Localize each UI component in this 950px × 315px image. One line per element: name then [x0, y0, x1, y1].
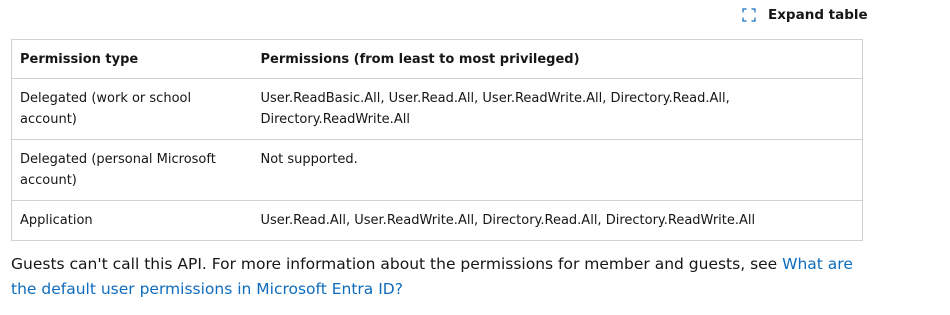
- header-permission-type: Permission type: [11, 39, 253, 79]
- expand-table-button[interactable]: Expand table: [742, 5, 868, 25]
- expand-icon: [742, 8, 756, 22]
- cell-permissions: User.Read.All, User.ReadWrite.All, Direc…: [252, 200, 863, 241]
- cell-permission-type: Delegated (personal Microsoft account): [11, 139, 253, 201]
- cell-permission-type: Application: [11, 200, 253, 241]
- table-row: Application User.Read.All, User.ReadWrit…: [11, 200, 863, 241]
- cell-permissions: User.ReadBasic.All, User.Read.All, User.…: [252, 78, 863, 140]
- cell-permissions: Not supported.: [252, 139, 863, 201]
- cell-permission-type: Delegated (work or school account): [11, 78, 253, 140]
- table-header-row: Permission type Permissions (from least …: [11, 39, 863, 79]
- table-row: Delegated (work or school account) User.…: [11, 78, 863, 140]
- guest-note: Guests can't call this API. For more inf…: [11, 252, 881, 302]
- expand-table-label: Expand table: [768, 7, 868, 23]
- guest-note-text: Guests can't call this API. For more inf…: [11, 255, 783, 273]
- permissions-table: Permission type Permissions (from least …: [11, 39, 863, 241]
- table-row: Delegated (personal Microsoft account) N…: [11, 139, 863, 201]
- header-permissions: Permissions (from least to most privileg…: [252, 39, 863, 79]
